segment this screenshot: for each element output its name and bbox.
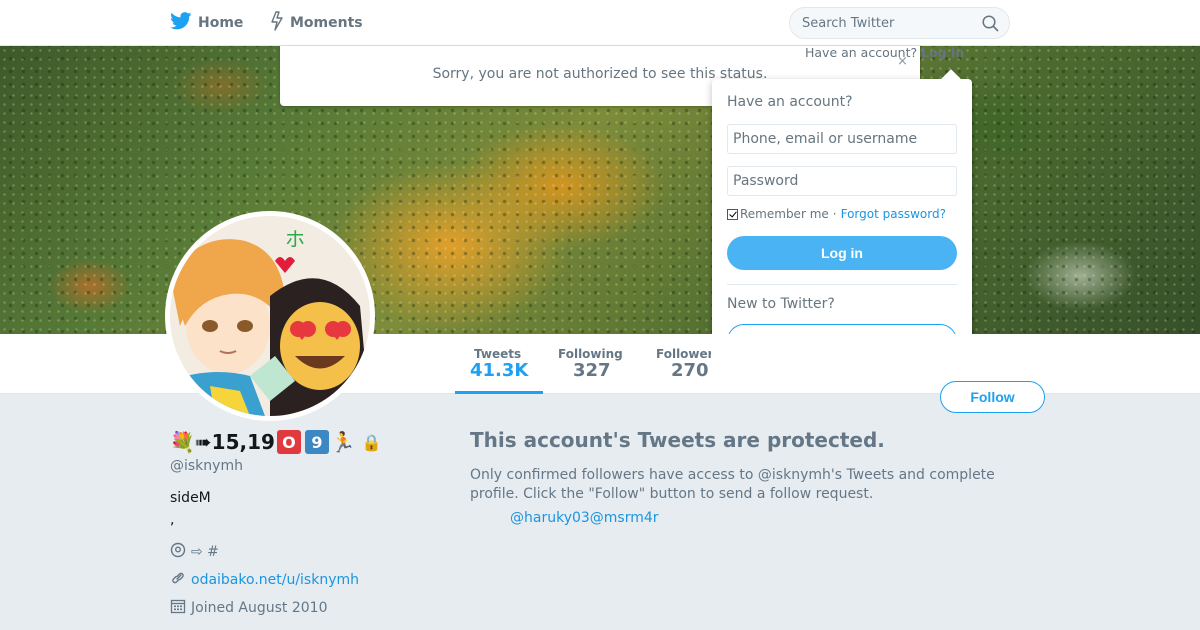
profile-joined: Joined August 2010 [170, 598, 327, 618]
login-heading: Have an account? [727, 94, 853, 110]
remember-checkbox[interactable] [727, 208, 738, 220]
have-account-prompt: Have an account? Log in [805, 45, 964, 60]
search-input[interactable] [802, 8, 972, 38]
twitter-bird-icon [170, 12, 198, 34]
nav-moments-label: Moments [290, 15, 363, 31]
stat-tweets-label: Tweets [474, 347, 522, 361]
protected-description: Only confirmed followers have access to … [470, 467, 995, 502]
joined-text: Joined August 2010 [191, 600, 328, 616]
follow-button[interactable]: Follow [940, 381, 1045, 413]
forgot-password-link[interactable]: Forgot password? [841, 207, 946, 221]
stat-following-value: 327 [573, 360, 611, 381]
mention-link[interactable]: @haruky03@msrm4r [510, 510, 659, 526]
stat-followers[interactable]: Followers 270 [641, 334, 711, 394]
link-icon [170, 570, 191, 590]
new-to-twitter-heading: New to Twitter? [727, 296, 835, 312]
stat-following-label: Following [558, 347, 623, 361]
stat-tweets-value: 41.3K [470, 360, 529, 381]
search-box [789, 7, 1010, 39]
name-prefix: 💐➠15,19 [170, 430, 275, 454]
lightning-icon [270, 11, 290, 35]
website-link[interactable]: odaibako.net/u/isknymh [191, 572, 359, 588]
profile-handle: @isknymh [170, 458, 243, 474]
name-box-9: 9 [304, 430, 329, 454]
profile-display-name: 💐➠15,19 O 9 🏃 🔒 [170, 428, 382, 456]
location-text: ⇨ # [191, 544, 219, 560]
nav-home[interactable]: Home [170, 0, 243, 46]
stat-followers-label: Followers [656, 347, 711, 361]
top-navigation: Home Moments [0, 0, 1200, 46]
name-suffix: 🏃 [330, 430, 356, 454]
stat-following[interactable]: Following 327 [543, 334, 641, 394]
calendar-icon [170, 598, 191, 618]
login-button[interactable]: Log in [727, 236, 957, 270]
separator: · [832, 207, 837, 221]
name-box-o: O [276, 430, 301, 454]
profile-website: odaibako.net/u/isknymh [170, 570, 359, 590]
location-icon [170, 542, 191, 562]
avatar-image: ホ [170, 216, 370, 416]
have-account-text: Have an account? [805, 45, 918, 60]
svg-text:ホ: ホ [285, 227, 305, 251]
stat-tweets[interactable]: Tweets 41.3K [455, 334, 543, 394]
login-link[interactable]: Log in [921, 45, 964, 60]
password-field[interactable] [727, 166, 957, 196]
profile-location: ⇨ # [170, 542, 219, 562]
search-icon[interactable] [982, 15, 999, 36]
protected-title: This account's Tweets are protected. [470, 428, 885, 452]
remember-row: Remember me · Forgot password? [727, 207, 946, 221]
lock-icon: 🔒 [361, 432, 382, 452]
avatar[interactable]: ホ [165, 211, 375, 421]
bio-line-2: , [170, 512, 175, 528]
dropdown-divider [727, 284, 957, 285]
remember-me-label: Remember me [740, 207, 829, 221]
nav-moments[interactable]: Moments [270, 0, 363, 46]
bio-line-1: sideM [170, 490, 211, 506]
nav-home-label: Home [198, 15, 244, 31]
stat-followers-value: 270 [671, 360, 709, 381]
username-field[interactable] [727, 124, 957, 154]
